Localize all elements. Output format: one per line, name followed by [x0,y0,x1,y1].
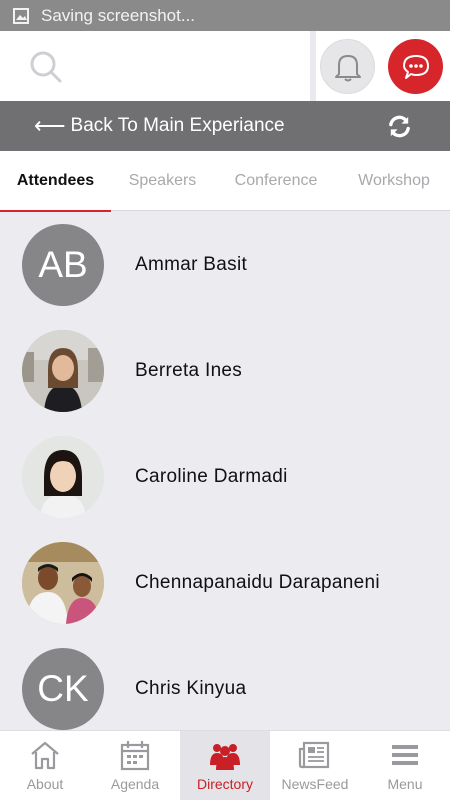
nav-directory[interactable]: Directory [180,731,270,800]
back-arrow-icon: ⟵ [34,113,66,138]
avatar [22,542,104,624]
avatar-initials: AB [38,244,88,285]
image-icon [13,7,29,24]
search-input[interactable] [0,31,308,101]
tab-label: Workshop [358,172,430,189]
search-icon [30,51,62,83]
avatar [22,330,104,412]
status-text: Saving screenshot... [41,5,196,25]
profile-photo [22,330,104,412]
directory-tabs: Attendees Speakers Conference Workshop [0,151,450,212]
list-item[interactable]: Chennapanaidu Darapaneni [0,530,450,636]
attendee-name: Chris Kinyua [135,678,247,699]
list-item[interactable]: CK Chris Kinyua [0,636,450,730]
home-icon [31,741,59,770]
divider [310,31,316,101]
attendee-name: Berreta Ines [135,360,243,381]
tab-workshop[interactable]: Workshop [338,151,450,211]
back-label: Back To Main Experiance [70,115,285,136]
hamburger-icon [392,745,418,765]
list-item[interactable]: Berreta Ines [0,318,450,424]
tab-label: Speakers [128,172,197,189]
nav-about[interactable]: About [0,731,90,800]
refresh-icon[interactable] [386,113,413,140]
top-action-row [0,31,450,101]
attendee-list: AB Ammar Basit Berreta Ines Caroline Dar… [0,212,450,730]
avatar: AB [22,224,104,306]
tab-speakers[interactable]: Speakers [111,151,214,211]
bottom-navigation: About Agenda Directory NewsFeed Menu [0,730,450,800]
nav-label: About [26,776,64,792]
profile-photo [22,542,104,624]
chat-bubble-icon [402,54,429,79]
profile-photo [22,436,104,518]
chat-button[interactable] [388,39,443,94]
avatar-initials: CK [37,668,89,709]
nav-menu[interactable]: Menu [360,731,450,800]
nav-label: Directory [196,776,253,792]
tab-attendees[interactable]: Attendees [0,151,111,212]
attendee-name: Caroline Darmadi [135,466,288,487]
newspaper-icon [298,741,330,769]
nav-agenda[interactable]: Agenda [90,731,180,800]
avatar [22,436,104,518]
tab-label: Conference [234,172,318,189]
back-to-main-button[interactable]: ⟵ Back To Main Experiance [34,101,285,151]
list-item[interactable]: AB Ammar Basit [0,212,450,318]
avatar: CK [22,648,104,730]
bell-icon [334,54,361,81]
tab-conference[interactable]: Conference [214,151,338,211]
people-icon [210,744,240,770]
notifications-button[interactable] [320,39,375,94]
list-item[interactable]: Caroline Darmadi [0,424,450,530]
nav-newsfeed[interactable]: NewsFeed [270,731,360,800]
attendee-name: Chennapanaidu Darapaneni [135,572,380,593]
attendee-name: Ammar Basit [135,254,248,275]
nav-label: NewsFeed [281,776,349,792]
tab-label: Attendees [16,172,95,189]
nav-label: Agenda [110,776,160,792]
status-bar: Saving screenshot... [0,0,450,31]
calendar-icon [120,741,150,771]
back-bar: ⟵ Back To Main Experiance [0,101,450,151]
nav-label: Menu [387,776,423,792]
